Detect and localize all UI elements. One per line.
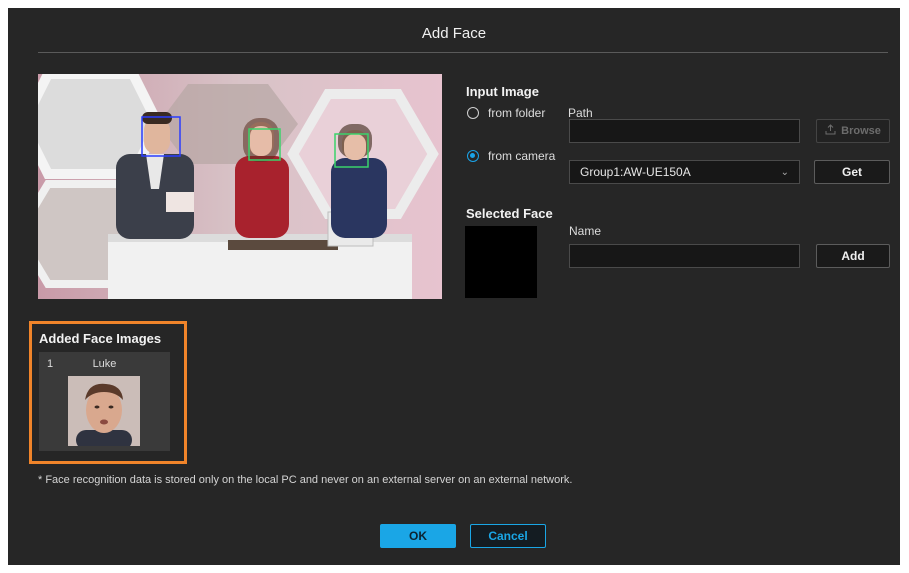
add-button[interactable]: Add <box>816 244 890 268</box>
from-camera-radio[interactable]: from camera <box>467 149 555 163</box>
cancel-label: Cancel <box>488 529 528 543</box>
chevron-down-icon: ⌄ <box>780 166 789 178</box>
from-camera-label: from camera <box>488 149 556 163</box>
from-folder-label: from folder <box>488 106 546 120</box>
ok-button[interactable]: OK <box>380 524 456 548</box>
cancel-button[interactable]: Cancel <box>470 524 546 548</box>
ok-label: OK <box>409 529 427 543</box>
name-label: Name <box>569 224 602 238</box>
add-face-dialog: Add Face Input Image from folder from ca… <box>8 8 900 565</box>
path-label: Path <box>568 106 593 120</box>
face-card-name: Luke <box>92 358 117 370</box>
dialog-title: Add Face <box>421 25 487 42</box>
path-input[interactable] <box>569 119 800 143</box>
name-input[interactable] <box>569 244 800 268</box>
title-divider <box>38 52 888 53</box>
add-label: Add <box>841 249 865 263</box>
browse-label: Browse <box>841 125 881 137</box>
added-face-images-heading: Added Face Images <box>39 331 162 346</box>
input-image-heading: Input Image <box>466 84 539 99</box>
upload-icon <box>825 124 836 138</box>
face-thumbnail <box>68 376 140 446</box>
camera-select[interactable]: Group1:AW-UE150A ⌄ <box>569 160 800 184</box>
added-face-card[interactable]: 1 Luke <box>39 352 170 451</box>
browse-button[interactable]: Browse <box>816 119 890 143</box>
camera-select-value: Group1:AW-UE150A <box>580 165 691 179</box>
get-button[interactable]: Get <box>814 160 890 184</box>
from-folder-radio[interactable]: from folder <box>467 106 545 120</box>
radio-unchecked-icon <box>467 107 479 119</box>
radio-checked-icon <box>467 150 479 162</box>
selected-face-preview <box>465 226 537 298</box>
get-label: Get <box>841 165 862 179</box>
camera-preview[interactable] <box>38 74 442 299</box>
preview-scene <box>38 74 442 299</box>
selected-face-heading: Selected Face <box>466 206 553 221</box>
privacy-note: * Face recognition data is stored only o… <box>38 474 573 486</box>
